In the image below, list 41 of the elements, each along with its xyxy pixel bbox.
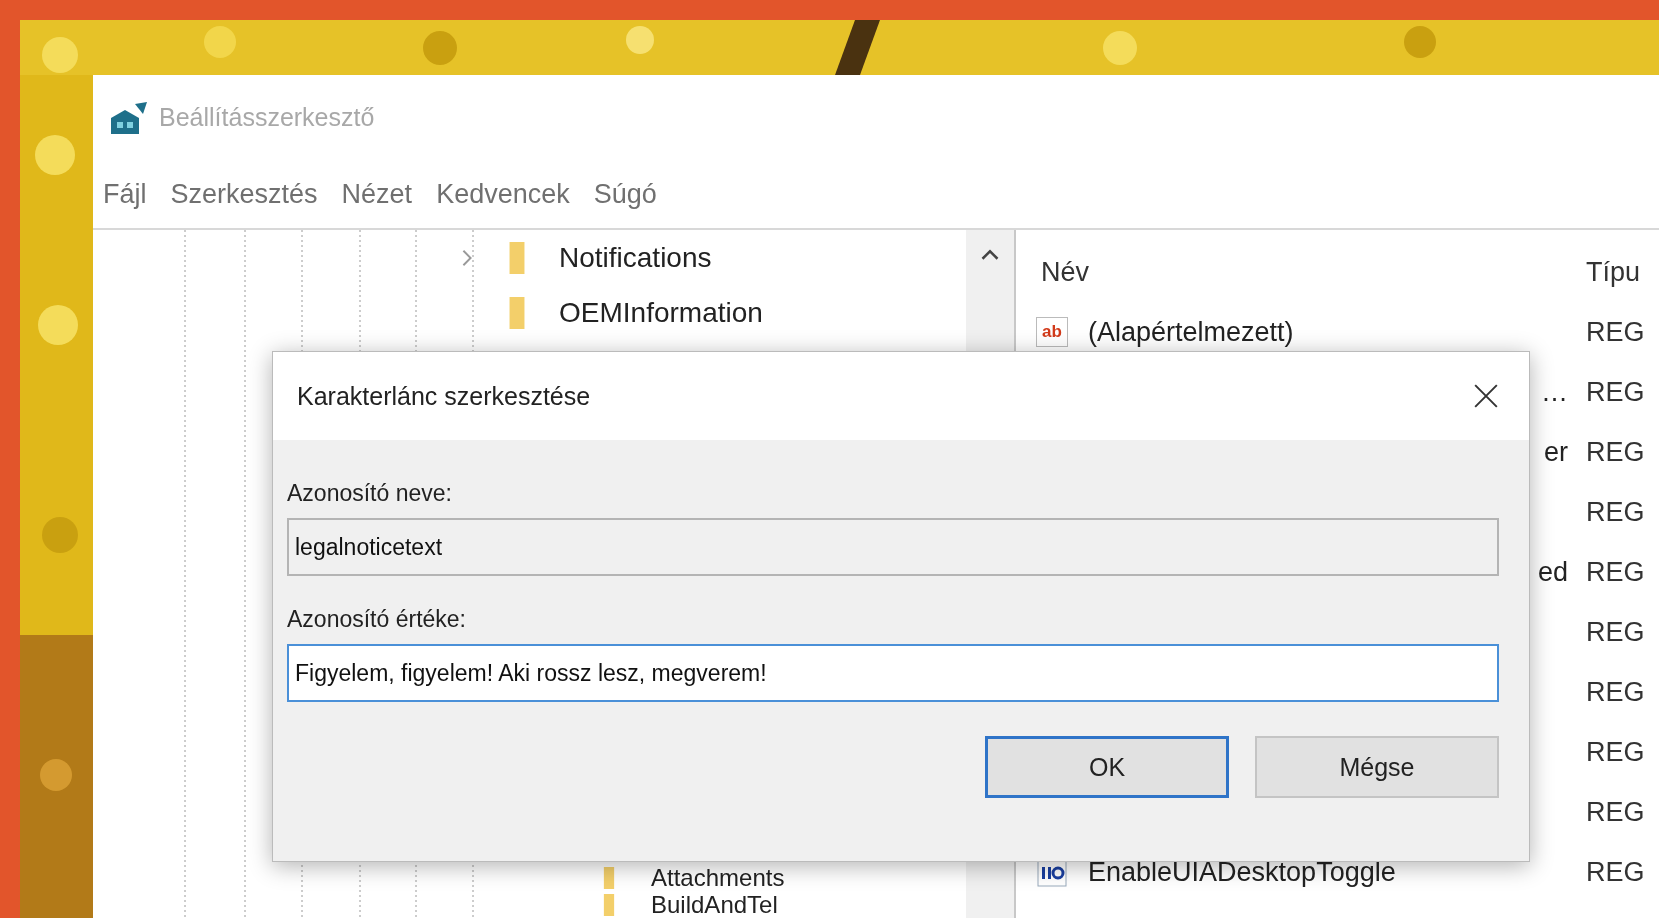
value-type: REG bbox=[1585, 736, 1645, 768]
tree-item[interactable]: Notifications bbox=[93, 230, 966, 285]
folder-icon bbox=[509, 241, 525, 274]
field-label: Azonosító értéke: bbox=[287, 606, 467, 634]
value-type: REG bbox=[1585, 796, 1645, 828]
menu-item[interactable]: Kedvencek bbox=[436, 178, 570, 210]
value-type: REG bbox=[1585, 436, 1645, 468]
tree-item[interactable]: OEMInformation bbox=[93, 285, 966, 340]
menu-item[interactable]: Szerkesztés bbox=[170, 178, 318, 210]
registry-icon bbox=[109, 99, 149, 136]
value-name-field[interactable]: legalnoticetext bbox=[287, 518, 1499, 576]
folder-icon bbox=[601, 893, 617, 916]
tree-item[interactable]: Attachments bbox=[93, 864, 966, 891]
value-name[interactable]: er bbox=[1544, 436, 1576, 468]
value-name[interactable]: … bbox=[1541, 376, 1576, 408]
value-name[interactable]: (Alapértelmezett) bbox=[1088, 316, 1294, 348]
value-data-field[interactable]: Figyelem, figyelem! Aki rossz lesz, megverem! bbox=[287, 644, 1499, 702]
value-type: REG bbox=[1585, 676, 1645, 708]
scroll-up-icon[interactable] bbox=[980, 248, 1000, 262]
menu-item[interactable]: Nézet bbox=[341, 178, 413, 210]
menu-item[interactable]: Fájl bbox=[103, 178, 147, 210]
dialog-title: Karakterlánc szerkesztése bbox=[297, 381, 591, 411]
value-type: REG bbox=[1585, 856, 1645, 888]
column-header[interactable]: Típu bbox=[1576, 256, 1641, 288]
value-type: REG bbox=[1585, 316, 1645, 348]
value-type: REG bbox=[1585, 616, 1645, 648]
string-value-icon: ab bbox=[1036, 317, 1068, 347]
value-type: REG bbox=[1585, 556, 1645, 588]
menu-item[interactable]: Súgó bbox=[593, 178, 657, 210]
close-icon[interactable] bbox=[1473, 383, 1499, 409]
field-label: Azonosító neve: bbox=[287, 480, 453, 508]
ok-button[interactable]: OK bbox=[985, 736, 1229, 798]
tree-item[interactable]: BuildAndTel bbox=[93, 891, 966, 918]
column-header[interactable]: Név bbox=[1016, 256, 1576, 288]
cancel-button[interactable]: Mégse bbox=[1255, 736, 1499, 798]
folder-icon bbox=[601, 866, 617, 889]
value-type: REG bbox=[1585, 496, 1645, 528]
folder-icon bbox=[509, 296, 525, 329]
window-title: Beállításszerkesztő bbox=[159, 103, 375, 132]
value-name[interactable]: ed bbox=[1537, 556, 1576, 588]
value-type: REG bbox=[1585, 376, 1645, 408]
